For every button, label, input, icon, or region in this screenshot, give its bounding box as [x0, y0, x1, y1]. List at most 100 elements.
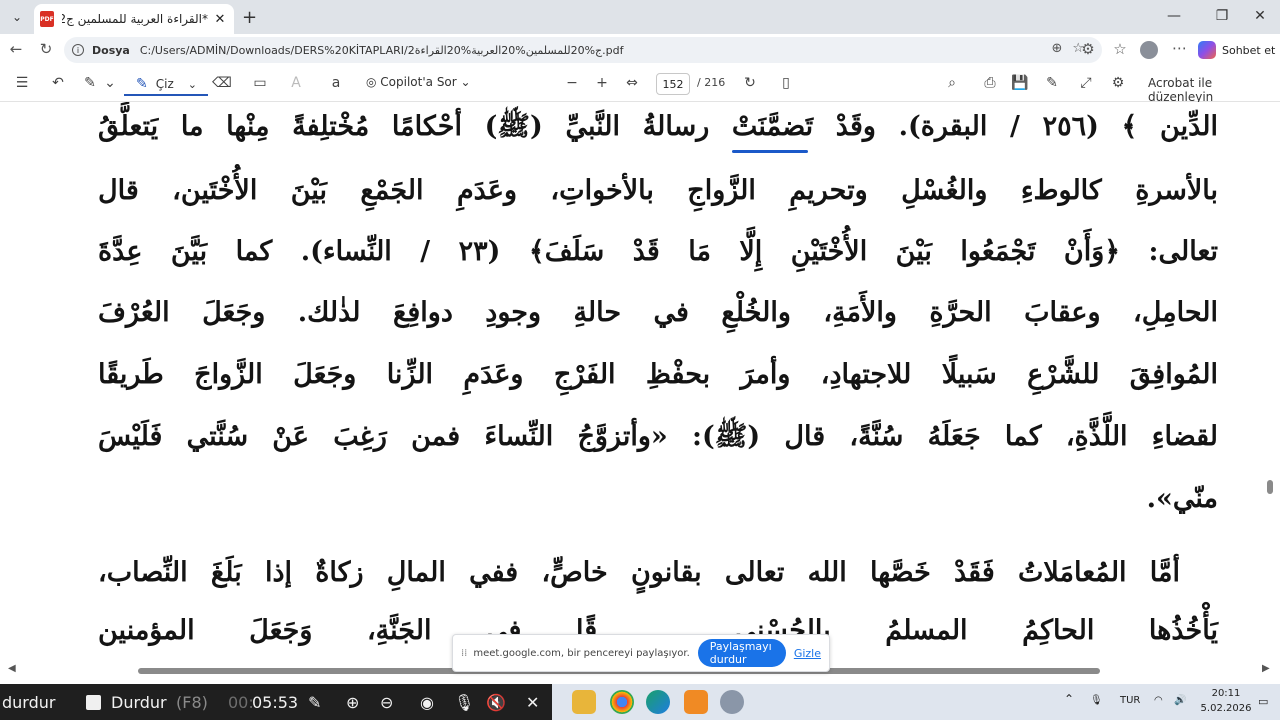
highlight-dropdown-icon[interactable]: ⌄: [100, 75, 120, 91]
recorder-timer-prefix: 00:: [228, 693, 254, 712]
mute-speaker-icon[interactable]: 🔇: [486, 693, 506, 712]
notifications-icon[interactable]: ▭: [1258, 695, 1268, 708]
contents-list-icon[interactable]: ☰: [12, 75, 32, 91]
wifi-icon[interactable]: ◠: [1154, 695, 1163, 706]
copilot-chat-label: Sohbet et: [1222, 43, 1276, 57]
clock-date: 5.02.2026: [1200, 703, 1252, 714]
window-restore-icon[interactable]: ❐: [1212, 8, 1232, 24]
microphone-tray-icon[interactable]: 🎙: [1090, 695, 1103, 706]
tab-close-icon[interactable]: ✕: [212, 12, 228, 27]
text-line: تعالى: ﴿وَأَنْ تَجْمَعُوا بَيْنَ الأُخْت…: [98, 236, 1218, 267]
volume-icon[interactable]: 🔊: [1174, 695, 1186, 706]
app-icon[interactable]: [684, 690, 708, 714]
stop-sharing-button[interactable]: Paylaşmayı durdur: [697, 639, 786, 667]
text-style-icon: A: [291, 75, 301, 91]
clock-time: 20:11: [1211, 688, 1241, 699]
rotate-icon[interactable]: ↻: [740, 75, 760, 91]
copilot-ask-icon: ◎: [366, 75, 381, 89]
drag-handle-icon[interactable]: ⁞⁞: [461, 648, 467, 659]
edge-icon[interactable]: [646, 690, 670, 714]
profile-avatar[interactable]: [1140, 41, 1158, 59]
text-line: لقضاءِ اللَّذَّةِ، كما جَعَلَهُ سُنَّةً،…: [98, 421, 1218, 452]
file-explorer-icon[interactable]: [572, 690, 596, 714]
zoom-out-icon[interactable]: −: [562, 75, 582, 91]
back-arrow-icon[interactable]: ←: [6, 40, 26, 58]
copilot-ask-label: Copilot'a Sor: [380, 75, 457, 89]
more-menu-icon[interactable]: ⋯: [1172, 39, 1187, 57]
window-close-icon[interactable]: ✕: [1250, 8, 1270, 24]
text-line: المُوافِقَ للشَّرْعِ سَبيلًا للاجتهادِ، …: [98, 359, 1218, 390]
extensions-icon[interactable]: ⚙: [1078, 40, 1098, 58]
tab-title: *القراءة العربية للمسلمين ج2.pdf: [62, 12, 208, 26]
draw-pen-icon: ✎: [136, 76, 148, 92]
text-line: بالأسرةِ كالوطءِ والغُسْلِ وتحريمِ الزَّ…: [98, 175, 1218, 206]
expand-icon[interactable]: ⤢: [1076, 75, 1096, 91]
text-line: أمَّا المُعامَلاتُ فَقَدْ خَصَّها الله ت…: [98, 557, 1180, 588]
microphone-icon[interactable]: 🎙: [454, 693, 474, 712]
vertical-scrollbar-thumb[interactable]: [1267, 480, 1273, 494]
tab-pdf-document[interactable]: PDF *القراءة العربية للمسلمين ج2.pdf ✕: [34, 4, 234, 34]
recorder-timer: 05:53: [252, 693, 299, 712]
scroll-left-arrow-icon[interactable]: ◀: [8, 663, 16, 674]
recorder-stop-label[interactable]: Durdur: [111, 693, 167, 712]
copilot-logo-icon: [1198, 41, 1216, 59]
address-scheme-label: Dosya: [92, 43, 130, 57]
eraser-icon[interactable]: ⌫: [212, 75, 232, 91]
share-message: meet.google.com, bir pencereyi paylaşıyo…: [473, 647, 690, 659]
close-recorder-icon[interactable]: ✕: [526, 693, 539, 712]
settings-gear-icon[interactable]: ⚙: [1108, 75, 1128, 91]
taskbar: durdur Durdur (F8) 00: 05:53 ✎ ⊕ ⊖ ◉ 🎙 🔇…: [0, 684, 1280, 720]
print-icon[interactable]: ⎙: [980, 75, 1000, 91]
settings-gear-icon[interactable]: [720, 690, 744, 714]
read-aloud-icon[interactable]: a: [326, 75, 346, 91]
fit-page-icon[interactable]: ⇔: [622, 75, 642, 91]
text-line: الدِّين ﴾ (٢٥٦ / البقرة). وقَدْ تَضمَّنَ…: [98, 111, 1218, 142]
search-icon[interactable]: ⌕: [942, 75, 962, 91]
save-icon[interactable]: 💾: [1010, 75, 1030, 91]
eye-icon[interactable]: ◉: [420, 693, 434, 712]
pen-icon[interactable]: ✎: [308, 693, 321, 712]
tab-strip: ⌄ PDF *القراءة العربية للمسلمين ج2.pdf ✕…: [0, 0, 1280, 34]
copilot-ask-dropdown-icon: ⌄: [456, 75, 471, 89]
zoom-icon[interactable]: ⊕: [1051, 41, 1072, 56]
language-indicator[interactable]: TUR: [1120, 695, 1140, 706]
reload-icon[interactable]: ↻: [36, 40, 56, 58]
ink-annotation: [732, 150, 808, 153]
text-line: الحامِلِ، وعقابَ الحرَّةِ والأَمَةِ، وال…: [98, 297, 1218, 328]
add-text-icon[interactable]: ▭: [250, 75, 270, 91]
page-view-icon[interactable]: ▯: [776, 75, 796, 91]
clock[interactable]: 20:11 5.02.2026: [1200, 686, 1252, 716]
window-minimize-icon[interactable]: —: [1164, 8, 1184, 24]
highlight-marker-icon[interactable]: ✎: [80, 75, 100, 91]
copilot-chat-button[interactable]: Sohbet et: [1198, 38, 1275, 62]
draw-active-indicator: [124, 94, 208, 96]
recorder-shortcut: (F8): [176, 693, 208, 712]
zoom-in-icon[interactable]: ⊕: [346, 693, 359, 712]
address-bar-row: ← ↻ i Dosya C:/Users/ADMİN/Downloads/DER…: [0, 34, 1280, 66]
chrome-icon[interactable]: [610, 690, 634, 714]
stop-square-icon: [86, 695, 101, 710]
hide-banner-link[interactable]: Gizle: [794, 647, 821, 660]
address-input[interactable]: i Dosya C:/Users/ADMİN/Downloads/DERS%20…: [64, 37, 1102, 63]
pdf-toolbar: ☰ ↶ ✎ ⌄ ✎ Çiz ⌄ ⌫ ▭ A a ◎ Copilot'a Sor …: [0, 66, 1280, 104]
pdf-page[interactable]: الدِّين ﴾ (٢٥٦ / البقرة). وقَدْ تَضمَّنَ…: [0, 102, 1280, 666]
draw-dropdown-icon[interactable]: ⌄: [188, 78, 197, 91]
copilot-ask-button[interactable]: ◎ Copilot'a Sor ⌄: [366, 75, 471, 89]
address-url-text: C:/Users/ADMİN/Downloads/DERS%20KİTAPLAR…: [139, 43, 624, 57]
tab-actions-chevron-icon[interactable]: ⌄: [6, 6, 28, 28]
acrobat-edit-button[interactable]: Acrobat ile düzenleyin: [1148, 76, 1280, 104]
favorites-list-icon[interactable]: ☆: [1110, 40, 1130, 58]
pdf-favicon-icon: PDF: [40, 11, 54, 27]
recorder-bar: durdur Durdur (F8) 00: 05:53 ✎ ⊕ ⊖ ◉ 🎙 🔇…: [0, 684, 552, 720]
screen-share-banner: ⁞⁞ meet.google.com, bir pencereyi paylaş…: [452, 634, 830, 672]
undo-icon[interactable]: ↶: [48, 75, 68, 91]
recorder-left-label[interactable]: durdur: [2, 693, 55, 712]
zoom-in-icon[interactable]: +: [592, 75, 612, 91]
tray-overflow-chevron-icon[interactable]: ⌃: [1064, 692, 1074, 706]
scroll-right-arrow-icon[interactable]: ▶: [1262, 663, 1270, 674]
site-info-icon[interactable]: i: [72, 44, 84, 56]
new-tab-plus-icon[interactable]: +: [242, 7, 257, 28]
save-as-icon[interactable]: ✎: [1042, 75, 1062, 91]
zoom-out-icon[interactable]: ⊖: [380, 693, 393, 712]
page-number-input[interactable]: 152: [656, 73, 690, 95]
